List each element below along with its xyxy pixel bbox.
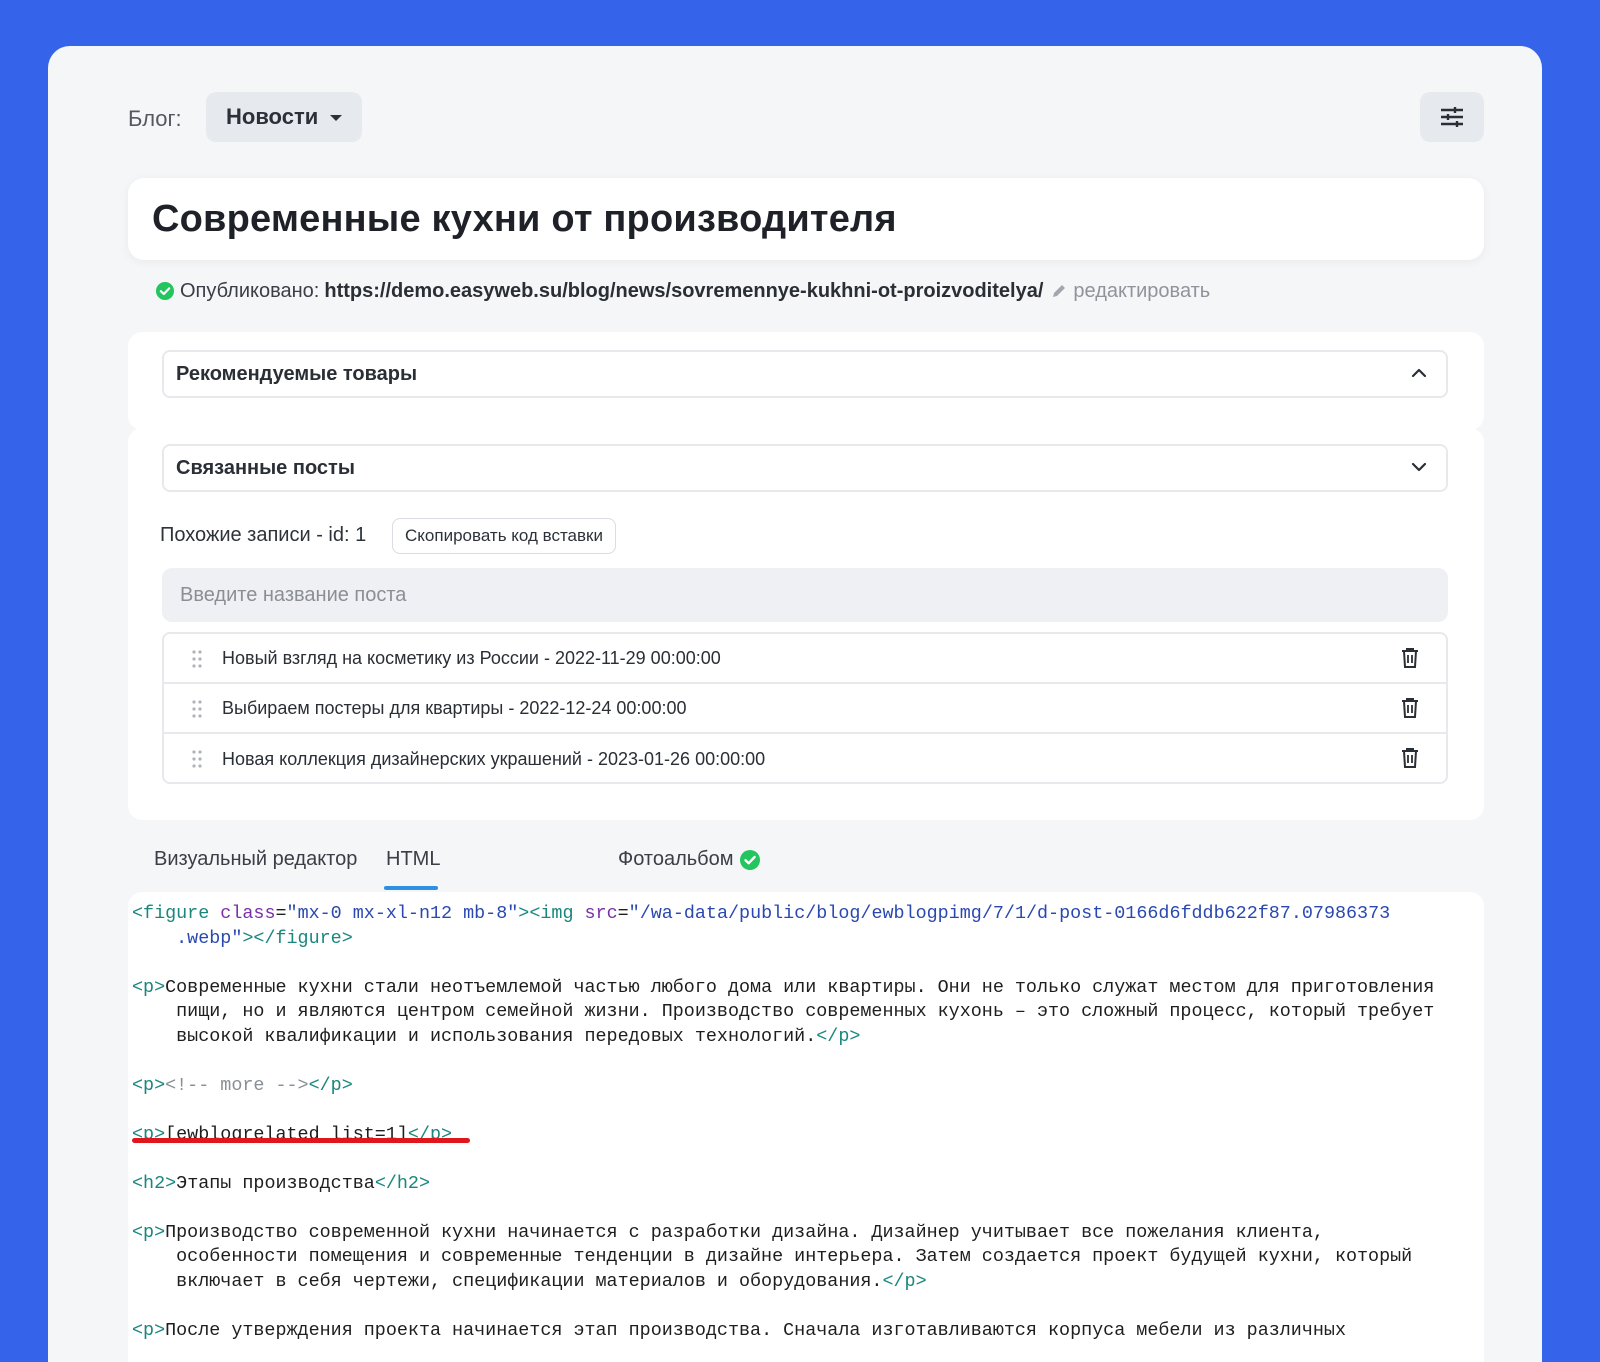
related-posts-list: Новый взгляд на косметику из России - 20… <box>162 632 1448 784</box>
chevron-up-icon <box>1411 368 1427 378</box>
code-token: = <box>617 903 629 924</box>
post-search-input[interactable] <box>162 568 1448 622</box>
code-token: <p> <box>132 1319 166 1341</box>
edit-url-label: редактировать <box>1073 279 1211 302</box>
tab-html[interactable]: HTML <box>386 848 440 871</box>
code-token: "/wa-data/public/blog/ewblogpimg/7/1/d-p… <box>628 903 1391 924</box>
drag-handle-icon[interactable] <box>192 650 202 668</box>
code-token: </p> <box>882 1270 927 1292</box>
list-item: Новый взгляд на косметику из России - 20… <box>164 634 1446 684</box>
chevron-down-icon <box>1411 462 1427 472</box>
code-text: После утверждения проекта начинается эта… <box>165 1319 1346 1341</box>
published-label: Опубликовано: <box>180 279 320 302</box>
code-text: Производство современной кухни начинаетс… <box>165 1221 1324 1243</box>
code-text: Современные кухни стали неотъемлемой час… <box>165 976 1435 998</box>
list-item: Новая коллекция дизайнерских украшений -… <box>164 734 1446 784</box>
related-post-title: Новая коллекция дизайнерских украшений -… <box>222 748 766 769</box>
editor-card: Блог: Новости Современные кухни от произ… <box>48 46 1542 1362</box>
sliders-icon <box>1441 107 1463 127</box>
copy-embed-code-button[interactable]: Скопировать код вставки <box>392 518 616 554</box>
code-token: </p> <box>816 1025 861 1047</box>
code-token: </p> <box>308 1074 353 1096</box>
active-tab-indicator <box>384 886 438 890</box>
settings-button[interactable] <box>1420 92 1484 142</box>
published-status: Опубликовано: https://demo.easyweb.su/bl… <box>156 276 1210 306</box>
code-token: .webp" <box>132 927 243 949</box>
list-item: Выбираем постеры для квартиры - 2022-12-… <box>164 684 1446 734</box>
code-text: особенности помещения и современные тенд… <box>132 1246 1413 1267</box>
code-token: ><img <box>518 903 585 924</box>
code-text: высокой квалификации и использования пер… <box>132 1025 817 1047</box>
post-url-link[interactable]: https://demo.easyweb.su/blog/news/sovrem… <box>324 280 1043 303</box>
code-token: <p> <box>132 1221 166 1243</box>
pencil-icon <box>1053 285 1066 297</box>
trash-icon[interactable] <box>1400 647 1420 669</box>
html-code-editor[interactable]: <figure class="mx-0 mx-xl-n12 mb-8"><img… <box>128 892 1484 1362</box>
post-title-field[interactable]: Современные кухни от производителя <box>128 178 1484 260</box>
code-text: Этапы производства <box>176 1172 375 1194</box>
code-token: <h2> <box>132 1172 177 1194</box>
accordion-recommended-label: Рекомендуемые товары <box>176 362 418 385</box>
code-token: "mx-0 mx-xl-n12 mb-8" <box>286 903 519 924</box>
code-text: пищи, но и являются центром семейной жиз… <box>132 1001 1435 1022</box>
code-token: <p> <box>132 976 166 998</box>
trash-icon[interactable] <box>1400 747 1420 769</box>
drag-handle-icon[interactable] <box>192 750 202 768</box>
code-token: src <box>584 903 618 924</box>
code-text: включает в себя чертежи, спецификации ма… <box>132 1270 883 1292</box>
code-comment: <!-- more --> <box>165 1074 309 1096</box>
accordion-recommended-products[interactable]: Рекомендуемые товары <box>162 350 1448 398</box>
check-circle-icon <box>156 282 174 300</box>
tab-photo-album[interactable]: Фотоальбом <box>618 848 760 871</box>
check-circle-icon <box>739 849 760 870</box>
code-token: <p> <box>132 1074 166 1096</box>
tab-photo-album-label: Фотоальбом <box>618 848 734 870</box>
highlight-underline <box>132 1138 470 1143</box>
post-title: Современные кухни от производителя <box>152 197 897 240</box>
blog-label: Блог: <box>128 106 182 131</box>
code-token: </h2> <box>374 1172 430 1194</box>
trash-icon[interactable] <box>1400 697 1420 719</box>
drag-handle-icon[interactable] <box>192 700 202 718</box>
code-token: <figure <box>132 903 221 924</box>
code-token: = <box>275 903 287 924</box>
accordion-related-label: Связанные посты <box>176 456 355 479</box>
blog-select-dropdown[interactable]: Новости <box>206 92 362 142</box>
similar-posts-label: Похожие записи - id: 1 <box>160 524 367 546</box>
code-token: ></figure> <box>242 927 353 949</box>
accordion-related-posts[interactable]: Связанные посты <box>162 444 1448 492</box>
blog-select-value: Новости <box>226 104 319 129</box>
tab-visual-editor[interactable]: Визуальный редактор <box>154 848 357 871</box>
edit-url-link[interactable]: редактировать <box>1051 280 1210 303</box>
caret-down-icon <box>330 115 343 121</box>
related-post-title: Новый взгляд на косметику из России - 20… <box>222 647 721 668</box>
related-post-title: Выбираем постеры для квартиры - 2022-12-… <box>222 697 687 718</box>
code-token: class <box>220 903 276 924</box>
